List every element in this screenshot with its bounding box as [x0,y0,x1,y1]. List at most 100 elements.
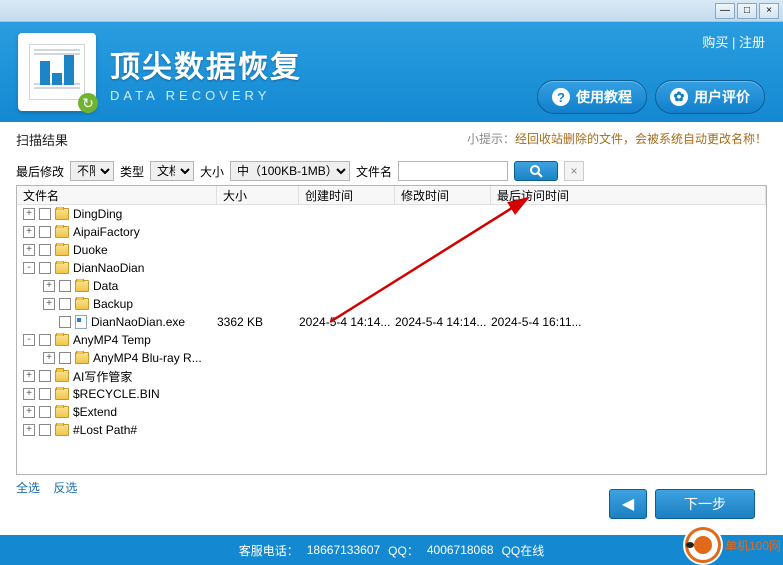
tree-body[interactable]: +DingDing+AipaiFactory+Duoke-DianNaoDian… [17,205,766,473]
back-button[interactable]: ◀ [609,489,647,519]
folder-icon [55,424,69,436]
close-button[interactable]: × [759,3,779,19]
expander-icon[interactable]: + [43,352,55,364]
register-link[interactable]: 注册 [739,35,765,50]
item-name: $RECYCLE.BIN [73,387,160,401]
expander-icon[interactable]: + [23,370,35,382]
item-name: DianNaoDian [73,261,144,275]
tree-row[interactable]: + #Lost Path# [17,421,766,439]
people-icon: ✿ [670,88,688,106]
checkbox[interactable] [59,280,71,292]
checkbox[interactable] [39,334,51,346]
tree-row[interactable]: + $Extend [17,403,766,421]
filename-label: 文件名 [356,163,392,180]
item-name: #Lost Path# [73,423,137,437]
expander-icon[interactable]: - [23,262,35,274]
buy-link[interactable]: 购买 [702,35,728,50]
folder-icon [55,226,69,238]
invert-select-link[interactable]: 反选 [53,481,77,495]
tree-row[interactable]: + Duoke [17,241,766,259]
logo-paper-icon [29,44,85,100]
qq-online[interactable]: QQ在线 [502,542,545,559]
tel-value: 18667133607 [307,543,380,557]
tree-row[interactable]: - DianNaoDian [17,259,766,277]
clear-button[interactable]: × [564,161,584,181]
file-icon [75,315,87,329]
checkbox[interactable] [39,388,51,400]
folder-icon [75,352,89,364]
checkbox[interactable] [39,262,51,274]
watermark-icon [685,527,721,563]
item-name: DianNaoDian.exe [91,315,185,329]
tree-row[interactable]: - AnyMP4 Temp [17,331,766,349]
size-select[interactable]: 中（100KB-1MB） [230,161,350,181]
app-logo: ↻ [18,33,96,111]
search-icon [529,164,543,178]
search-button[interactable] [514,161,558,181]
type-label: 类型 [120,163,144,180]
minimize-button[interactable]: — [715,3,735,19]
filename-input[interactable] [398,161,508,181]
app-title-cn: 顶尖数据恢复 [110,42,302,86]
checkbox[interactable] [59,298,71,310]
expander-icon[interactable]: + [43,280,55,292]
next-button[interactable]: 下一步 [655,489,755,519]
expander-icon[interactable]: + [43,298,55,310]
type-select[interactable]: 文档 [150,161,194,181]
tree-row[interactable]: DianNaoDian.exe3362 KB2024-5-4 14:14...2… [17,313,766,331]
last-modify-label: 最后修改 [16,163,64,180]
folder-icon [55,388,69,400]
item-name: $Extend [73,405,117,419]
tree-row[interactable]: + AI写作管家 [17,367,766,385]
col-size[interactable]: 大小 [217,186,299,204]
checkbox[interactable] [39,424,51,436]
select-all-link[interactable]: 全选 [16,481,40,495]
tree-header: 文件名 大小 创建时间 修改时间 最后访问时间 [17,185,766,205]
checkbox[interactable] [39,244,51,256]
item-name: Duoke [73,243,108,257]
expander-icon[interactable]: + [23,244,35,256]
tree-row[interactable]: +AnyMP4 Blu-ray R... [17,349,766,367]
folder-icon [55,262,69,274]
top-links: 购买 | 注册 [702,32,765,51]
expander-icon[interactable]: + [23,424,35,436]
col-access[interactable]: 最后访问时间 [491,186,766,204]
checkbox[interactable] [39,370,51,382]
folder-icon [75,280,89,292]
checkbox[interactable] [39,406,51,418]
tree-row[interactable]: +DingDing [17,205,766,223]
question-icon: ? [552,88,570,106]
col-modify[interactable]: 修改时间 [395,186,491,204]
review-button[interactable]: ✿ 用户评价 [655,80,765,114]
checkbox[interactable] [59,352,71,364]
scan-result-title: 扫描结果 [16,133,68,148]
hint-text: 小提示：经回收站删除的文件，会被系统自动更改名称！ [467,130,767,147]
watermark: 单机100网 [685,527,781,563]
tree-row[interactable]: +AipaiFactory [17,223,766,241]
maximize-button[interactable]: □ [737,3,757,19]
footer-bar: 客服电话： 18667133607 QQ： 4006718068 QQ在线 [0,535,783,565]
expander-icon[interactable]: + [23,406,35,418]
folder-icon [55,334,69,346]
expander-icon[interactable]: + [23,226,35,238]
checkbox[interactable] [39,208,51,220]
item-name: AI写作管家 [73,368,132,385]
item-name: AnyMP4 Temp [73,333,151,347]
expander-icon[interactable]: + [23,388,35,400]
file-tree-panel: 文件名 大小 创建时间 修改时间 最后访问时间 +DingDing+AipaiF… [16,185,767,475]
content-area: 扫描结果 小提示：经回收站删除的文件，会被系统自动更改名称！ 最后修改 不限 类… [0,122,783,522]
tree-row[interactable]: +Data [17,277,766,295]
tutorial-button[interactable]: ? 使用教程 [537,80,647,114]
col-name[interactable]: 文件名 [17,186,217,204]
qq-label: QQ： [388,542,419,559]
last-modify-select[interactable]: 不限 [70,161,114,181]
expander-icon[interactable]: - [23,334,35,346]
tree-row[interactable]: + $RECYCLE.BIN [17,385,766,403]
tree-row[interactable]: +Backup [17,295,766,313]
expander-icon[interactable]: + [23,208,35,220]
checkbox[interactable] [39,226,51,238]
col-create[interactable]: 创建时间 [299,186,395,204]
size-label: 大小 [200,163,224,180]
checkbox[interactable] [59,316,71,328]
folder-icon [55,406,69,418]
